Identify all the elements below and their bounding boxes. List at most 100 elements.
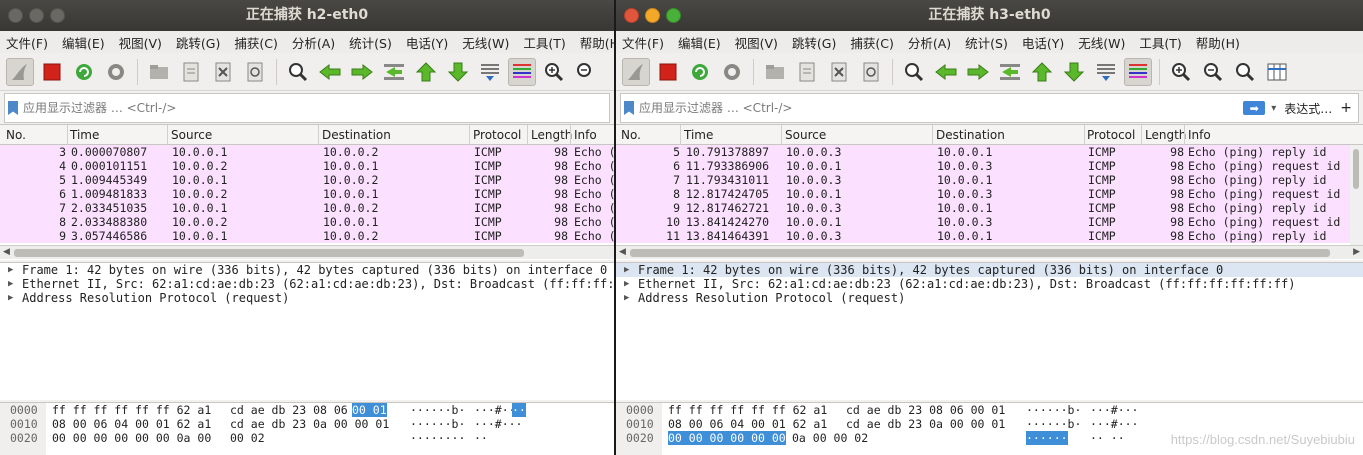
menu-capture[interactable]: 捕获(C) — [234, 33, 277, 52]
col-length[interactable]: Length — [531, 128, 572, 142]
display-filter-input[interactable] — [639, 101, 1244, 115]
restart-icon[interactable] — [686, 58, 714, 86]
forward-icon[interactable] — [348, 58, 376, 86]
packet-row[interactable]: 8 12.817424705 10.0.0.1 10.0.0.3 ICMP 98 Echo … — [616, 187, 1363, 201]
shark-fin-icon[interactable] — [6, 57, 34, 86]
col-destination[interactable]: Destination — [322, 128, 391, 142]
save-file-icon[interactable] — [177, 58, 205, 86]
menu-file[interactable]: 文件(F) — [622, 33, 664, 52]
zoom-in-icon[interactable] — [1167, 58, 1195, 86]
autoscroll-icon[interactable] — [1092, 58, 1120, 86]
col-time[interactable]: Time — [684, 128, 713, 142]
hex-row[interactable]: 0000 ff ff ff ff ff ff 62 a1 cd ae db 23 0… — [616, 403, 1363, 417]
packet-row[interactable]: 9 3.057446586 10.0.0.1 10.0.0.2 ICMP 98 Echo ( — [0, 229, 614, 243]
colorize-icon[interactable] — [508, 57, 536, 86]
find-icon[interactable] — [900, 58, 928, 86]
zoom-in-icon[interactable] — [540, 58, 568, 86]
menu-go[interactable]: 跳转(G) — [176, 33, 220, 52]
back-icon[interactable] — [932, 58, 960, 86]
col-time[interactable]: Time — [70, 128, 99, 142]
menu-tools[interactable]: 工具(T) — [1139, 33, 1181, 52]
stop-icon[interactable] — [38, 58, 66, 86]
packet-row[interactable]: 8 2.033488380 10.0.0.2 10.0.0.1 ICMP 98 Echo ( — [0, 215, 614, 229]
menu-help[interactable]: 帮助(H) — [580, 33, 614, 52]
col-source[interactable]: Source — [785, 128, 826, 142]
zoom-normal-icon[interactable] — [1231, 58, 1259, 86]
packet-row[interactable]: 6 1.009481833 10.0.0.2 10.0.0.1 ICMP 98 Echo ( — [0, 187, 614, 201]
col-info[interactable]: Info — [574, 128, 597, 142]
hex-row[interactable]: 0000 ff ff ff ff ff ff 62 a1 cd ae db 23 0… — [0, 403, 614, 417]
col-no[interactable]: No. — [6, 128, 26, 142]
close-icon[interactable] — [624, 8, 639, 23]
col-source[interactable]: Source — [171, 128, 212, 142]
col-destination[interactable]: Destination — [936, 128, 1005, 142]
menu-edit[interactable]: 编辑(E) — [678, 33, 721, 52]
stop-icon[interactable] — [654, 58, 682, 86]
menu-view[interactable]: 视图(V) — [735, 33, 778, 52]
zoom-out-icon[interactable] — [572, 58, 600, 86]
first-packet-icon[interactable] — [1028, 58, 1056, 86]
packet-list-hscroll[interactable]: ◀ ▶ — [616, 245, 1363, 259]
packet-row[interactable]: 6 11.793386906 10.0.0.1 10.0.0.3 ICMP 98 Echo … — [616, 159, 1363, 173]
packet-row[interactable]: 10 13.841424270 10.0.0.1 10.0.0.3 ICMP 98 Echo… — [616, 215, 1363, 229]
colorize-icon[interactable] — [1124, 57, 1152, 86]
zoom-out-icon[interactable] — [1199, 58, 1227, 86]
detail-frame[interactable]: ▶ Frame 1: 42 bytes on wire (336 bits), 4… — [0, 263, 614, 277]
menu-go[interactable]: 跳转(G) — [792, 33, 836, 52]
packet-row[interactable]: 7 2.033451035 10.0.0.1 10.0.0.2 ICMP 98 Echo ( — [0, 201, 614, 215]
packet-row[interactable]: 9 12.817462721 10.0.0.3 10.0.0.1 ICMP 98 Echo … — [616, 201, 1363, 215]
close-icon[interactable] — [8, 8, 23, 23]
hex-row[interactable]: 0020 00 00 00 00 00 00 0a 00 00 02 ········… — [0, 431, 614, 445]
minimize-icon[interactable] — [29, 8, 44, 23]
bookmark-icon[interactable] — [624, 101, 634, 115]
detail-ethernet[interactable]: ▶ Ethernet II, Src: 62:a1:cd:ae:db:23 (62… — [616, 277, 1363, 291]
detail-ethernet[interactable]: ▶ Ethernet II, Src: 62:a1:cd:ae:db:23 (62… — [0, 277, 614, 291]
back-icon[interactable] — [316, 58, 344, 86]
options-gear-icon[interactable] — [102, 58, 130, 86]
add-filter-button[interactable]: + — [1340, 100, 1352, 116]
filter-history-dropdown-icon[interactable]: ▾ — [1271, 103, 1276, 114]
packet-row[interactable]: 7 11.793431011 10.0.0.3 10.0.0.1 ICMP 98 Echo … — [616, 173, 1363, 187]
packet-list-vscroll[interactable] — [1350, 145, 1363, 245]
packet-row[interactable]: 11 13.841464391 10.0.0.3 10.0.0.1 ICMP 98 Echo… — [616, 229, 1363, 243]
reload-icon[interactable] — [241, 58, 269, 86]
menu-tools[interactable]: 工具(T) — [523, 33, 565, 52]
hex-row[interactable]: 0010 08 00 06 04 00 01 62 a1 cd ae db 23 0… — [0, 417, 614, 431]
menu-analyze[interactable]: 分析(A) — [292, 33, 335, 52]
autoscroll-icon[interactable] — [476, 58, 504, 86]
close-file-icon[interactable] — [209, 58, 237, 86]
col-no[interactable]: No. — [621, 128, 641, 142]
display-filter-input[interactable] — [23, 101, 609, 115]
packet-row[interactable]: 5 1.009445349 10.0.0.1 10.0.0.2 ICMP 98 Echo ( — [0, 173, 614, 187]
menu-help[interactable]: 帮助(H) — [1196, 33, 1240, 52]
menu-file[interactable]: 文件(F) — [6, 33, 48, 52]
open-folder-icon[interactable] — [761, 58, 789, 86]
detail-frame[interactable]: ▶ Frame 1: 42 bytes on wire (336 bits), 4… — [616, 263, 1363, 277]
menu-statistics[interactable]: 统计(S) — [349, 33, 392, 52]
maximize-icon[interactable] — [666, 8, 681, 23]
save-file-icon[interactable] — [793, 58, 821, 86]
close-file-icon[interactable] — [825, 58, 853, 86]
last-packet-icon[interactable] — [444, 58, 472, 86]
packet-list-hscroll[interactable]: ◀ — [0, 245, 614, 259]
minimize-icon[interactable] — [645, 8, 660, 23]
shark-fin-icon[interactable] — [622, 57, 650, 86]
menu-statistics[interactable]: 统计(S) — [965, 33, 1008, 52]
resize-columns-icon[interactable] — [1263, 58, 1291, 86]
detail-arp[interactable]: ▶ Address Resolution Protocol (request) — [0, 291, 614, 305]
col-protocol[interactable]: Protocol — [1087, 128, 1135, 142]
menu-telephony[interactable]: 电话(Y) — [406, 33, 448, 52]
menu-wireless[interactable]: 无线(W) — [1078, 33, 1125, 52]
bookmark-icon[interactable] — [8, 101, 18, 115]
expression-button[interactable]: 表达式… — [1284, 100, 1332, 117]
reload-icon[interactable] — [857, 58, 885, 86]
detail-arp[interactable]: ▶ Address Resolution Protocol (request) — [616, 291, 1363, 305]
options-gear-icon[interactable] — [718, 58, 746, 86]
menu-capture[interactable]: 捕获(C) — [850, 33, 893, 52]
first-packet-icon[interactable] — [412, 58, 440, 86]
maximize-icon[interactable] — [50, 8, 65, 23]
hex-row[interactable]: 0010 08 00 06 04 00 01 62 a1 cd ae db 23 0… — [616, 417, 1363, 431]
col-length[interactable]: Length — [1145, 128, 1186, 142]
forward-icon[interactable] — [964, 58, 992, 86]
open-folder-icon[interactable] — [145, 58, 173, 86]
